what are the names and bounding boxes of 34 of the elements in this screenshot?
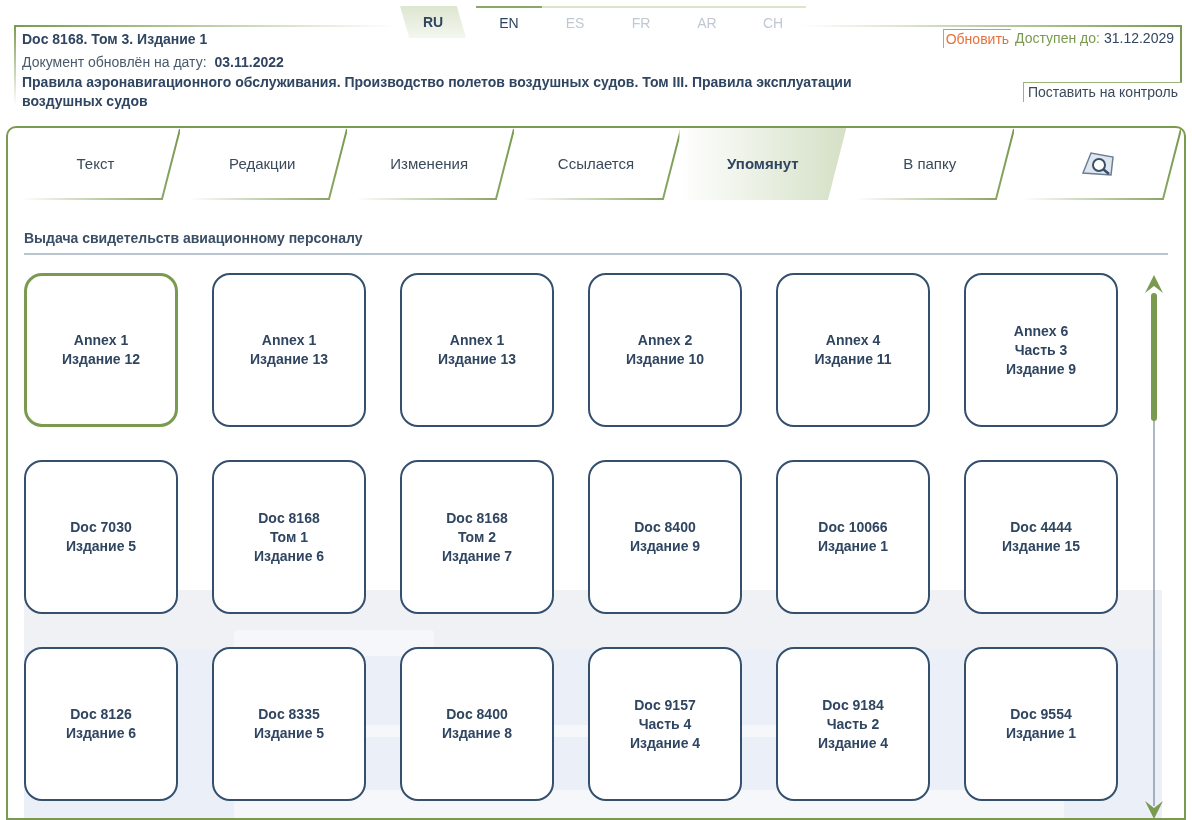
document-card[interactable]: Doc 7030 Издание 5 (24, 460, 178, 614)
tab[interactable]: Изменения (345, 128, 513, 200)
available-date: 31.12.2029 (1103, 29, 1174, 48)
document-card[interactable]: Doc 8335 Издание 5 (212, 647, 366, 801)
document-card[interactable]: Doc 8168 Том 1 Издание 6 (212, 460, 366, 614)
document-card[interactable]: Annex 1 Издание 12 (24, 273, 178, 427)
updated-date: 03.11.2022 (214, 53, 284, 71)
document-card[interactable]: Doc 4444 Издание 15 (964, 460, 1118, 614)
tab[interactable]: Упомянут (679, 128, 847, 200)
document-title: Правила аэронавигационного обслуживания. Производство полетов воздушных судов. Том III. Правила эксплуатации воздушных судов (22, 73, 853, 111)
document-card[interactable]: Annex 4 Издание 11 (776, 273, 930, 427)
language-tab[interactable]: RU (400, 6, 466, 38)
document-code: Doc 8168. Том 3. Издание 1 (22, 30, 208, 48)
document-card[interactable]: Annex 6 Часть 3 Издание 9 (964, 273, 1118, 427)
tab[interactable]: Ссылается (512, 128, 680, 200)
document-card[interactable]: Doc 9157 Часть 4 Издание 4 (588, 647, 742, 801)
document-card[interactable]: Doc 8168 Том 2 Издание 7 (400, 460, 554, 614)
document-card[interactable]: Doc 9184 Часть 2 Издание 4 (776, 647, 930, 801)
available-label: Доступен до: (1015, 29, 1100, 48)
document-card[interactable]: Annex 2 Издание 10 (588, 273, 742, 427)
document-card[interactable]: Annex 1 Издание 13 (212, 273, 366, 427)
watch-button[interactable]: Поставить на контроль (1022, 82, 1182, 102)
document-card[interactable]: Doc 8400 Издание 8 (400, 647, 554, 801)
updated-label: Документ обновлён на дату: (22, 53, 207, 71)
tab[interactable]: Редакции (178, 128, 346, 200)
tab[interactable]: В папку (846, 128, 1014, 200)
document-card[interactable]: Doc 8126 Издание 6 (24, 647, 178, 801)
document-card[interactable]: Doc 10066 Издание 1 (776, 460, 930, 614)
language-tab[interactable]: EN (476, 6, 542, 38)
document-card[interactable]: Annex 1 Издание 13 (400, 273, 554, 427)
tab[interactable]: Текст (12, 128, 179, 200)
section-title: Выдача свидетельств авиационному персоналу (24, 230, 363, 246)
document-card[interactable]: Doc 9554 Издание 1 (964, 647, 1118, 801)
document-card[interactable]: Doc 8400 Издание 9 (588, 460, 742, 614)
